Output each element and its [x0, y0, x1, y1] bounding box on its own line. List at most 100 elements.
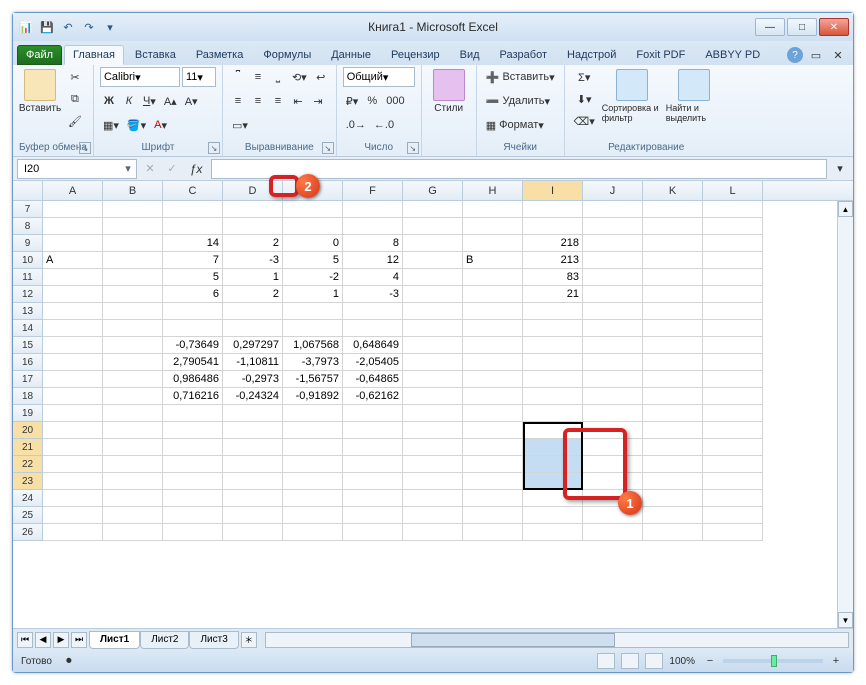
cell-E25[interactable] [283, 507, 343, 524]
paste-button[interactable]: Вставить [19, 67, 61, 133]
number-format-combo[interactable]: Общий▾ [343, 67, 415, 87]
cell-E12[interactable]: 1 [283, 286, 343, 303]
cell-I7[interactable] [523, 201, 583, 218]
cell-K21[interactable] [643, 439, 703, 456]
cell-L23[interactable] [703, 473, 763, 490]
cell-E23[interactable] [283, 473, 343, 490]
cell-D19[interactable] [223, 405, 283, 422]
cell-C13[interactable] [163, 303, 223, 320]
cell-H24[interactable] [463, 490, 523, 507]
clipboard-dialog-icon[interactable]: ↘ [79, 142, 91, 154]
row-header-25[interactable]: 25 [13, 507, 43, 524]
cell-F16[interactable]: -2,05405 [343, 354, 403, 371]
align-top-icon[interactable]: ⎴ [229, 67, 247, 87]
undo-icon[interactable]: ↶ [59, 18, 77, 36]
cell-G19[interactable] [403, 405, 463, 422]
format-painter-icon[interactable]: 🖌 [65, 111, 85, 131]
cell-F26[interactable] [343, 524, 403, 541]
help-icon[interactable]: ? [787, 47, 803, 63]
row-header-13[interactable]: 13 [13, 303, 43, 320]
tab-layout[interactable]: Разметка [187, 45, 253, 65]
cell-E20[interactable] [283, 422, 343, 439]
cell-H25[interactable] [463, 507, 523, 524]
insert-function-button[interactable]: ƒx [185, 159, 207, 179]
cell-C16[interactable]: 2,790541 [163, 354, 223, 371]
cell-I13[interactable] [523, 303, 583, 320]
cell-E26[interactable] [283, 524, 343, 541]
align-center-icon[interactable]: ≡ [249, 91, 267, 111]
cell-D20[interactable] [223, 422, 283, 439]
vertical-scrollbar[interactable]: ▲ ▼ [837, 201, 853, 628]
cell-K7[interactable] [643, 201, 703, 218]
cell-A18[interactable] [43, 388, 103, 405]
cell-G18[interactable] [403, 388, 463, 405]
cell-C7[interactable] [163, 201, 223, 218]
cell-B19[interactable] [103, 405, 163, 422]
zoom-level[interactable]: 100% [669, 656, 695, 667]
doc-close-icon[interactable]: ✕ [829, 45, 847, 65]
cell-B25[interactable] [103, 507, 163, 524]
col-header-D[interactable]: D [223, 181, 283, 200]
cell-C18[interactable]: 0,716216 [163, 388, 223, 405]
cell-C23[interactable] [163, 473, 223, 490]
col-header-K[interactable]: K [643, 181, 703, 200]
styles-button[interactable]: Стили [428, 67, 470, 133]
cell-G22[interactable] [403, 456, 463, 473]
cell-E24[interactable] [283, 490, 343, 507]
cell-B24[interactable] [103, 490, 163, 507]
cell-D25[interactable] [223, 507, 283, 524]
row-header-7[interactable]: 7 [13, 201, 43, 218]
font-color-icon[interactable]: A▾ [151, 115, 170, 135]
cell-H23[interactable] [463, 473, 523, 490]
qat-dropdown-icon[interactable]: ▾ [101, 18, 119, 36]
clear-icon[interactable]: ⌫▾ [571, 111, 598, 131]
cell-F24[interactable] [343, 490, 403, 507]
sort-filter-button[interactable]: Сортировка и фильтр [602, 67, 662, 133]
cell-D9[interactable]: 2 [223, 235, 283, 252]
cell-D23[interactable] [223, 473, 283, 490]
cell-D16[interactable]: -1,10811 [223, 354, 283, 371]
cell-I14[interactable] [523, 320, 583, 337]
cell-A25[interactable] [43, 507, 103, 524]
cell-H12[interactable] [463, 286, 523, 303]
cell-A11[interactable] [43, 269, 103, 286]
cell-F13[interactable] [343, 303, 403, 320]
cell-F20[interactable] [343, 422, 403, 439]
cell-G16[interactable] [403, 354, 463, 371]
cell-C17[interactable]: 0,986486 [163, 371, 223, 388]
tab-formulas[interactable]: Формулы [254, 45, 320, 65]
fill-color-icon[interactable]: 🪣▾ [124, 115, 149, 135]
cell-H19[interactable] [463, 405, 523, 422]
cell-J13[interactable] [583, 303, 643, 320]
sheet-nav-last-icon[interactable]: ⏭ [71, 632, 87, 648]
cell-I10[interactable]: 213 [523, 252, 583, 269]
cell-K12[interactable] [643, 286, 703, 303]
cell-A20[interactable] [43, 422, 103, 439]
row-header-24[interactable]: 24 [13, 490, 43, 507]
cell-H15[interactable] [463, 337, 523, 354]
cell-E8[interactable] [283, 218, 343, 235]
cell-K8[interactable] [643, 218, 703, 235]
tab-home[interactable]: Главная [64, 45, 124, 65]
insert-cells-button[interactable]: ➕ Вставить▾ [483, 67, 558, 87]
cell-L15[interactable] [703, 337, 763, 354]
tab-dev[interactable]: Разработ [491, 45, 556, 65]
cell-K14[interactable] [643, 320, 703, 337]
cell-I15[interactable] [523, 337, 583, 354]
cell-I26[interactable] [523, 524, 583, 541]
cell-K23[interactable] [643, 473, 703, 490]
cell-A22[interactable] [43, 456, 103, 473]
sheet-nav-first-icon[interactable]: ⏮ [17, 632, 33, 648]
autosum-icon[interactable]: Σ▾ [571, 67, 598, 87]
cell-B23[interactable] [103, 473, 163, 490]
cell-H9[interactable] [463, 235, 523, 252]
cell-B26[interactable] [103, 524, 163, 541]
cell-C24[interactable] [163, 490, 223, 507]
cell-B8[interactable] [103, 218, 163, 235]
cell-K22[interactable] [643, 456, 703, 473]
formula-input[interactable] [211, 159, 827, 179]
cell-L22[interactable] [703, 456, 763, 473]
cell-G7[interactable] [403, 201, 463, 218]
cell-G20[interactable] [403, 422, 463, 439]
redo-icon[interactable]: ↷ [80, 18, 98, 36]
